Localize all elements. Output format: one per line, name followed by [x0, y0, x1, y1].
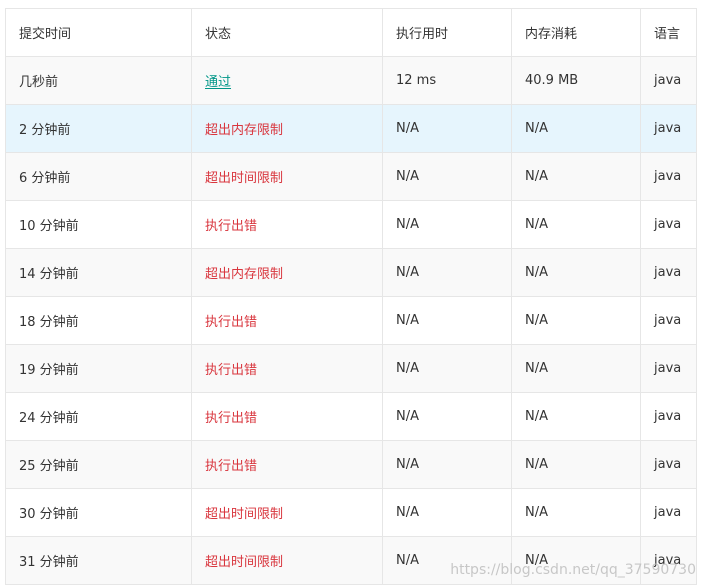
language-cell: java [640, 56, 697, 105]
status-link[interactable]: 执行出错 [205, 459, 257, 474]
runtime-cell: N/A [382, 200, 512, 249]
submit-time-cell: 19 分钟前 [5, 344, 192, 393]
status-cell: 超出时间限制 [191, 536, 383, 585]
language-cell: java [640, 248, 697, 297]
status-cell: 执行出错 [191, 344, 383, 393]
table-row[interactable]: 几秒前 通过 12 ms 40.9 MB java [5, 56, 697, 105]
header-submit-time: 提交时间 [5, 8, 192, 57]
language-cell: java [640, 488, 697, 537]
memory-cell: 40.9 MB [511, 56, 641, 105]
header-language: 语言 [640, 8, 697, 57]
language-cell: java [640, 344, 697, 393]
table-row[interactable]: 6 分钟前 超出时间限制 N/A N/A java [5, 152, 697, 201]
memory-cell: N/A [511, 440, 641, 489]
table-row[interactable]: 31 分钟前 超出时间限制 N/A N/A java [5, 536, 697, 585]
memory-cell: N/A [511, 536, 641, 585]
runtime-cell: N/A [382, 392, 512, 441]
language-cell: java [640, 440, 697, 489]
memory-cell: N/A [511, 344, 641, 393]
status-link[interactable]: 超出时间限制 [205, 507, 283, 522]
submit-time-cell: 30 分钟前 [5, 488, 192, 537]
runtime-cell: N/A [382, 296, 512, 345]
status-cell: 超出内存限制 [191, 248, 383, 297]
submissions-table: 提交时间 状态 执行用时 内存消耗 语言 几秒前 通过 12 ms 40.9 MB ja… [5, 8, 697, 585]
table-row[interactable]: 2 分钟前 超出内存限制 N/A N/A java [5, 104, 697, 153]
table-row[interactable]: 19 分钟前 执行出错 N/A N/A java [5, 344, 697, 393]
language-cell: java [640, 392, 697, 441]
status-link[interactable]: 超出内存限制 [205, 267, 283, 282]
status-cell: 超出时间限制 [191, 488, 383, 537]
runtime-cell: N/A [382, 488, 512, 537]
submit-time-cell: 24 分钟前 [5, 392, 192, 441]
submit-time-cell: 18 分钟前 [5, 296, 192, 345]
status-cell: 通过 [191, 56, 383, 105]
memory-cell: N/A [511, 392, 641, 441]
submit-time-cell: 2 分钟前 [5, 104, 192, 153]
runtime-cell: N/A [382, 440, 512, 489]
status-cell: 执行出错 [191, 296, 383, 345]
status-link[interactable]: 超出时间限制 [205, 171, 283, 186]
runtime-cell: N/A [382, 104, 512, 153]
language-cell: java [640, 296, 697, 345]
table-row[interactable]: 25 分钟前 执行出错 N/A N/A java [5, 440, 697, 489]
submissions-table-container: 提交时间 状态 执行用时 内存消耗 语言 几秒前 通过 12 ms 40.9 MB ja… [5, 8, 697, 585]
table-row[interactable]: 30 分钟前 超出时间限制 N/A N/A java [5, 488, 697, 537]
runtime-cell: 12 ms [382, 56, 512, 105]
submit-time-cell: 10 分钟前 [5, 200, 192, 249]
table-row[interactable]: 18 分钟前 执行出错 N/A N/A java [5, 296, 697, 345]
submit-time-cell: 25 分钟前 [5, 440, 192, 489]
memory-cell: N/A [511, 200, 641, 249]
table-row[interactable]: 24 分钟前 执行出错 N/A N/A java [5, 392, 697, 441]
header-runtime: 执行用时 [382, 8, 512, 57]
memory-cell: N/A [511, 152, 641, 201]
header-status: 状态 [191, 8, 383, 57]
runtime-cell: N/A [382, 248, 512, 297]
memory-cell: N/A [511, 296, 641, 345]
language-cell: java [640, 104, 697, 153]
memory-cell: N/A [511, 248, 641, 297]
runtime-cell: N/A [382, 536, 512, 585]
status-cell: 执行出错 [191, 392, 383, 441]
memory-cell: N/A [511, 488, 641, 537]
language-cell: java [640, 200, 697, 249]
header-memory: 内存消耗 [511, 8, 641, 57]
language-cell: java [640, 152, 697, 201]
status-link[interactable]: 执行出错 [205, 363, 257, 378]
status-cell: 执行出错 [191, 440, 383, 489]
submit-time-cell: 31 分钟前 [5, 536, 192, 585]
status-cell: 超出时间限制 [191, 152, 383, 201]
status-link[interactable]: 通过 [205, 75, 231, 90]
status-link[interactable]: 执行出错 [205, 315, 257, 330]
submit-time-cell: 几秒前 [5, 56, 192, 105]
table-header-row: 提交时间 状态 执行用时 内存消耗 语言 [5, 8, 697, 57]
status-link[interactable]: 执行出错 [205, 219, 257, 234]
table-row[interactable]: 14 分钟前 超出内存限制 N/A N/A java [5, 248, 697, 297]
memory-cell: N/A [511, 104, 641, 153]
table-row[interactable]: 10 分钟前 执行出错 N/A N/A java [5, 200, 697, 249]
status-link[interactable]: 超出内存限制 [205, 123, 283, 138]
runtime-cell: N/A [382, 152, 512, 201]
status-cell: 执行出错 [191, 200, 383, 249]
language-cell: java [640, 536, 697, 585]
status-link[interactable]: 超出时间限制 [205, 555, 283, 570]
runtime-cell: N/A [382, 344, 512, 393]
submit-time-cell: 6 分钟前 [5, 152, 192, 201]
submit-time-cell: 14 分钟前 [5, 248, 192, 297]
status-cell: 超出内存限制 [191, 104, 383, 153]
status-link[interactable]: 执行出错 [205, 411, 257, 426]
